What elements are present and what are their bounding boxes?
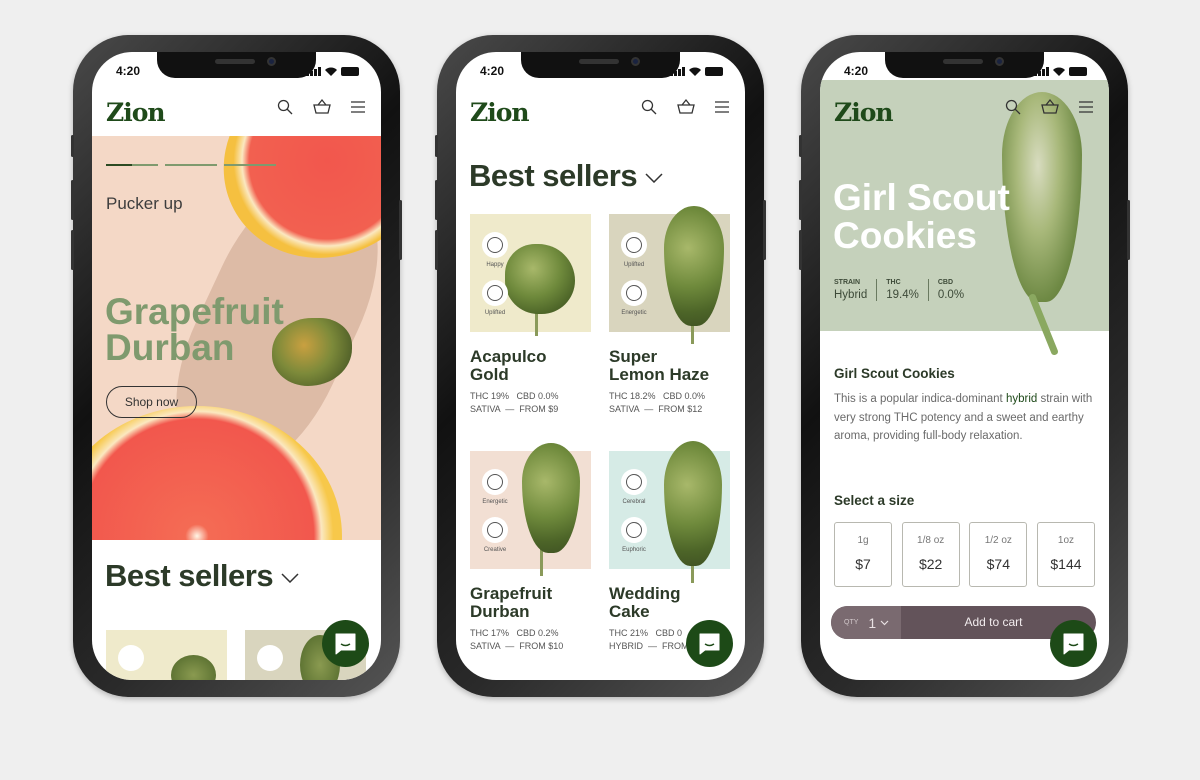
size-option[interactable]: 1/8 oz $22 [901,522,960,587]
chat-icon [699,633,720,655]
search-icon[interactable] [640,98,658,116]
menu-icon[interactable] [349,98,367,116]
quantity-selector[interactable]: QTY 1 [831,606,901,639]
product-name[interactable]: Wedding Cake [609,585,739,621]
product-meta: THC 18.2% CBD 0.0% SATIVA — FROM $12 [609,391,706,414]
size-options: 1g $7 1/8 oz $22 1/2 oz $74 1oz $144 [834,522,1095,587]
battery-icon [1069,67,1087,76]
best-sellers-heading[interactable]: Best sellers [469,158,663,194]
product-card[interactable]: Energetic Creative Grapefruit Durban THC … [470,443,591,651]
search-icon[interactable] [1004,98,1022,116]
product-meta: THC 17% CBD 0.2% SATIVA — FROM $10 [470,628,564,651]
effect-label: Creative [483,547,507,553]
chat-button[interactable] [686,620,733,667]
wifi-icon [689,67,701,76]
size-option[interactable]: 1/2 oz $74 [969,522,1028,587]
effect-label: Cerebral [622,499,646,505]
shop-now-button[interactable]: Shop now [106,386,197,418]
effect-ring-icon [482,232,508,258]
bud-image [272,318,352,386]
site-header: Zion [92,80,381,136]
best-sellers-heading[interactable]: Best sellers [105,558,299,594]
phone-list: 4:20 Zion Best sellers Happy Uplifted Ac… [435,35,766,697]
effect-ring-icon [621,517,647,543]
stat-thc: THC 19.4% [876,279,928,301]
chat-button[interactable] [322,620,369,667]
product-name[interactable]: Grapefruit Durban [470,585,600,621]
menu-icon[interactable] [713,98,731,116]
bud-image [664,441,722,566]
effect-ring-icon [482,517,508,543]
effect-ring-icon [482,469,508,495]
detail-screen: 4:20 Zion Girl Scout Cookies STRAIN Hybrid… [820,52,1109,680]
status-time: 4:20 [116,64,141,78]
product-image[interactable]: Uplifted Energetic [609,206,730,344]
site-header: Zion [456,80,745,136]
product-description: This is a popular indica-dominant hybrid… [834,393,1093,442]
effect-ring-icon [621,469,647,495]
product-image[interactable]: Energetic Creative [470,443,591,576]
basket-icon[interactable] [1041,98,1059,116]
hero-banner: Pucker up Grapefruit Durban Shop now [92,136,381,540]
carousel-indicator[interactable] [106,164,276,166]
effect-ring-icon [482,280,508,306]
effect-label: Euphoric [622,547,646,553]
chat-icon [335,633,356,655]
status-time: 4:20 [844,64,869,78]
bud-image [664,206,724,326]
battery-icon [341,67,359,76]
wifi-icon [1053,67,1065,76]
list-screen: 4:20 Zion Best sellers Happy Uplifted Ac… [456,52,745,680]
effect-label: Energetic [621,310,647,316]
product-image[interactable]: Happy Uplifted [470,214,591,336]
product-card[interactable]: Uplifted Energetic Super Lemon Haze THC 1… [609,206,730,414]
product-card[interactable]: Cerebral Euphoric Wedding Cake THC 21% CB… [609,441,730,651]
basket-icon[interactable] [677,98,695,116]
effect-label: Uplifted [484,310,506,316]
chevron-down-icon [645,173,663,183]
battery-icon [705,67,723,76]
status-time: 4:20 [480,64,505,78]
basket-icon[interactable] [313,98,331,116]
effect-label: Happy [486,262,504,268]
size-option[interactable]: 1g $7 [834,522,892,587]
stat-cbd: CBD 0.0% [927,279,973,301]
logo[interactable]: Zion [834,98,894,127]
product-name: Girl Scout Cookies [834,366,955,381]
menu-icon[interactable] [1077,98,1095,116]
hero-eyebrow: Pucker up [106,194,183,213]
size-heading: Select a size [834,493,915,508]
product-meta: THC 19% CBD 0.0% SATIVA — FROM $9 [470,391,559,414]
phone-detail: 4:20 Zion Girl Scout Cookies STRAIN Hybrid… [799,35,1130,697]
stat-strain: STRAIN Hybrid [834,279,868,301]
site-header: Zion [820,80,1109,136]
size-option[interactable]: 1oz $144 [1036,522,1095,587]
product-card-preview[interactable] [106,630,227,680]
bud-image [522,443,580,553]
hero-title: Grapefruit Durban [105,291,284,368]
product-meta: THC 21% CBD 0 HYBRID — FROM [609,628,689,651]
home-screen: 4:20 Zion Pucker up Grapefruit Durban Sho… [92,52,381,680]
chat-button[interactable] [1050,620,1097,667]
product-name[interactable]: Acapulco Gold [470,348,600,384]
logo[interactable]: Zion [470,98,530,127]
phone-home: 4:20 Zion Pucker up Grapefruit Durban Sho… [71,35,402,697]
effect-ring-icon [621,232,647,258]
chevron-down-icon [880,620,889,625]
wifi-icon [325,67,337,76]
product-card[interactable]: Happy Uplifted Acapulco Gold THC 19% CBD … [470,214,591,414]
product-image[interactable]: Cerebral Euphoric [609,441,730,583]
search-icon[interactable] [276,98,294,116]
product-stats: STRAIN Hybrid THC 19.4% CBD 0.0% [834,279,973,301]
effect-label: Uplifted [623,262,645,268]
hybrid-link[interactable]: hybrid [1006,393,1037,405]
effect-label: Energetic [482,499,508,505]
logo[interactable]: Zion [106,98,166,127]
effect-ring-icon [621,280,647,306]
bud-image [505,244,575,314]
product-name[interactable]: Super Lemon Haze [609,348,739,384]
product-title: Girl Scout Cookies [833,177,1010,256]
chat-icon [1063,633,1084,655]
chevron-down-icon [281,573,299,583]
